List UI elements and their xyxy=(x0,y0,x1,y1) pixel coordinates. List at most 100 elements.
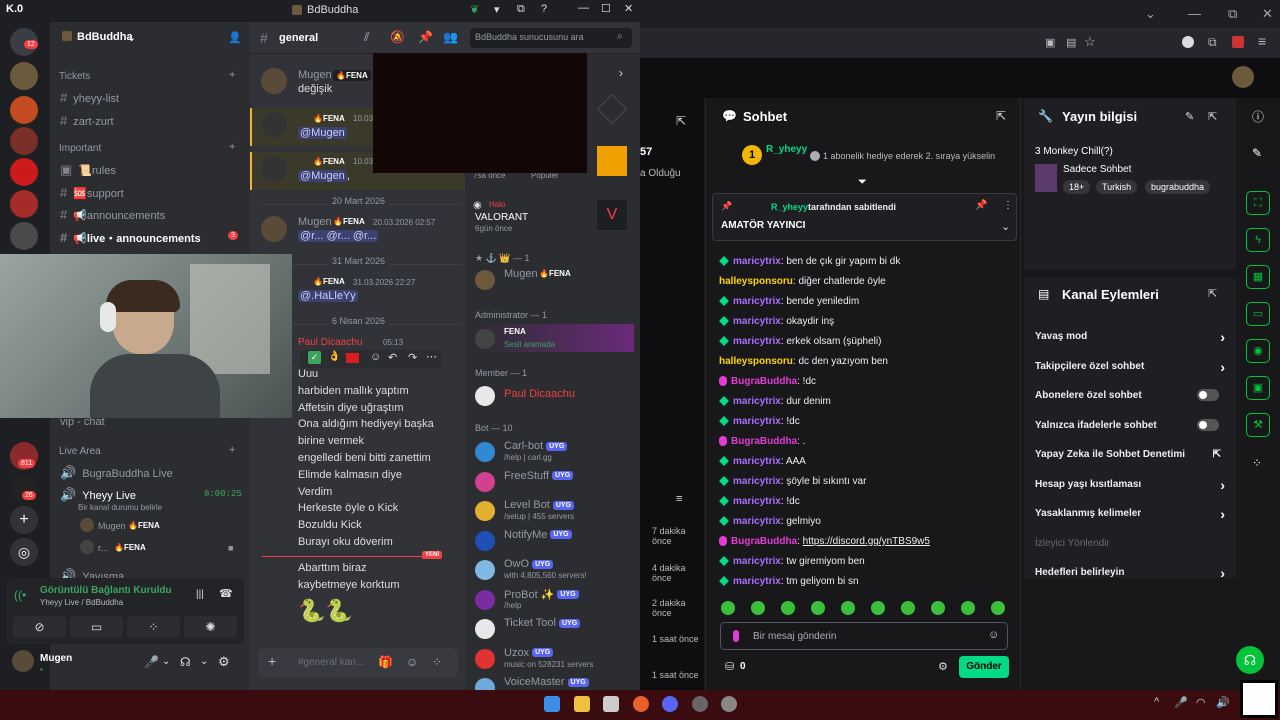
chat-username[interactable]: halleysponsoru xyxy=(719,276,793,287)
channel-action-item[interactable]: Hesap yaşı kısıtlaması › xyxy=(1035,477,1225,493)
bot-member-item[interactable]: Level Bot UYG/setup | 455 servers xyxy=(475,499,635,527)
maximize-icon[interactable]: ☐ xyxy=(601,2,611,15)
edit-icon[interactable]: ✎ xyxy=(1185,110,1194,123)
tray-volume-icon[interactable]: 🔊 xyxy=(1216,696,1230,709)
self-avatar[interactable] xyxy=(12,650,34,672)
check-emoji-icon[interactable]: ✓ xyxy=(308,351,321,364)
gift-icon[interactable]: 🎁 xyxy=(378,655,393,669)
chat-username[interactable]: maricytrix xyxy=(733,256,781,267)
help-headset-icon[interactable]: ☊ xyxy=(1236,646,1264,674)
mention[interactable]: @Mugen xyxy=(298,170,347,182)
chat-text[interactable]: https://discord.gg/ynTBS9w5 xyxy=(803,536,930,547)
tab-dropdown-icon[interactable]: ⌄ xyxy=(1145,6,1156,22)
menu-icon[interactable]: ≡ xyxy=(1258,33,1266,49)
emote-icon[interactable] xyxy=(781,601,795,615)
chat-username[interactable]: BugraBuddha xyxy=(731,536,797,547)
ad-icon[interactable]: ▣ xyxy=(1246,376,1270,400)
notes-icon[interactable]: ▦ xyxy=(1246,265,1270,289)
close-icon[interactable]: ✕ xyxy=(1262,6,1273,22)
forward-icon[interactable]: ↷ xyxy=(408,351,417,364)
puzzle-icon[interactable]: ⧉ xyxy=(1208,35,1217,50)
server-icon[interactable] xyxy=(10,62,38,90)
category-live-area[interactable]: Live Area xyxy=(59,446,101,457)
settings-gear-icon[interactable]: ⚙ xyxy=(218,654,230,670)
chat-username[interactable]: BugraBuddha xyxy=(731,376,797,387)
member-item[interactable]: FENA Sesli aramada xyxy=(475,327,635,355)
firefox-icon[interactable] xyxy=(633,696,649,712)
voice-user[interactable]: Mugen xyxy=(98,521,126,531)
chat-username[interactable]: maricytrix xyxy=(733,496,781,507)
self-username[interactable]: Mugen xyxy=(40,653,72,664)
disconnect-icon[interactable]: ☎ xyxy=(219,587,233,600)
mention[interactable]: @.HaLleYy xyxy=(298,290,358,302)
chevron-down-icon[interactable]: ⌄ xyxy=(162,656,170,667)
tag-chip[interactable]: bugrabuddha xyxy=(1145,180,1211,194)
chat-icon[interactable]: ▭ xyxy=(1246,302,1270,326)
channel-item-unread[interactable]: # 📢live・announcements xyxy=(60,230,201,246)
chevron-down-icon[interactable]: ⌄ xyxy=(127,31,136,44)
add-reaction-icon[interactable]: ☺ xyxy=(370,351,381,363)
more-actions-icon[interactable]: ⁘ xyxy=(1252,456,1262,470)
minimize-icon[interactable]: — xyxy=(578,2,589,14)
chat-username[interactable]: maricytrix xyxy=(733,476,781,487)
channel-item[interactable]: # zart-zurt xyxy=(60,113,114,128)
bot-member-item[interactable]: NotifyMe UYG xyxy=(475,529,635,557)
camera-off-button[interactable]: ⊘ xyxy=(13,616,66,638)
filter-icon[interactable]: ≡ xyxy=(676,493,682,505)
channel-action-item[interactable]: Takipçilere özel sohbet › xyxy=(1035,359,1225,375)
broadcast-icon[interactable]: ◉ xyxy=(1246,339,1270,363)
avatar[interactable] xyxy=(261,216,287,242)
chat-input[interactable]: Bir mesaj gönderin ☺ xyxy=(720,622,1008,650)
chat-username[interactable]: maricytrix xyxy=(733,516,781,527)
profile-avatar[interactable] xyxy=(1232,66,1254,88)
server-icon[interactable] xyxy=(10,96,38,124)
microphone-icon[interactable]: 🎤 xyxy=(144,655,159,669)
avatar[interactable] xyxy=(261,112,287,138)
lightning-icon[interactable]: ϟ xyxy=(1246,228,1270,252)
channel-action-item[interactable]: Yalnızca ifadelerle sohbet xyxy=(1035,418,1225,431)
nitro-icon[interactable]: ❦ xyxy=(470,3,479,16)
channel-item[interactable]: # 📢announcements xyxy=(60,207,165,222)
channel-item[interactable]: ▣ 📜rules xyxy=(60,162,116,178)
discord-taskbar-icon[interactable] xyxy=(662,696,678,712)
channel-action-item[interactable]: Yavaş mod › xyxy=(1035,329,1225,345)
emote-picker-icon[interactable]: ☺ xyxy=(988,629,999,641)
threads-icon[interactable]: ⫽ xyxy=(364,30,369,45)
avatar[interactable] xyxy=(261,156,287,182)
bot-member-item[interactable]: OwO UYG with 4,805,560 servers! xyxy=(475,558,635,586)
chat-username[interactable]: maricytrix xyxy=(733,296,781,307)
channel-item[interactable]: # yheyy-list xyxy=(60,90,119,105)
message-composer[interactable]: + #general kan... 🎁 ☺ ⁘ xyxy=(258,648,458,678)
add-channel-icon[interactable]: + xyxy=(229,69,235,81)
help-icon[interactable]: ? xyxy=(541,3,547,15)
avatar[interactable] xyxy=(261,68,287,94)
chevron-right-icon[interactable]: › xyxy=(619,66,623,80)
toggle-switch[interactable] xyxy=(1197,418,1219,431)
bot-member-item[interactable]: ProBot ✨ UYG/help xyxy=(475,588,635,616)
close-icon[interactable]: ✕ xyxy=(624,2,633,15)
screen-icon[interactable]: ⧉ xyxy=(517,3,525,16)
start-icon[interactable] xyxy=(544,696,560,712)
app-icon[interactable] xyxy=(721,696,737,712)
bookmark-star-icon[interactable]: ☆ xyxy=(1084,34,1096,50)
notepad-icon[interactable] xyxy=(603,696,619,712)
chat-popout-icon[interactable]: ⇱ xyxy=(996,109,1006,123)
tag-chip[interactable]: Turkish xyxy=(1096,180,1138,194)
emote-icon[interactable] xyxy=(811,601,825,615)
sticker-icon[interactable]: ☺ xyxy=(406,655,418,669)
chat-username[interactable]: maricytrix xyxy=(733,316,781,327)
mention[interactable]: @r... @r... @r... xyxy=(298,230,379,242)
collapse-icon[interactable]: ⏷ xyxy=(858,176,867,189)
voice-channel[interactable]: 🔊 BugraBuddha Live xyxy=(60,465,173,481)
chat-username[interactable]: maricytrix xyxy=(733,396,781,407)
popout-icon[interactable]: ⇱ xyxy=(676,114,686,128)
headphones-icon[interactable]: ☊ xyxy=(180,655,191,669)
chevron-down-icon[interactable]: ⌄ xyxy=(1001,220,1010,233)
ok-hand-emoji-icon[interactable]: 👌 xyxy=(328,351,340,362)
maximize-icon[interactable]: ⧉ xyxy=(1228,6,1237,22)
flag-emoji-icon[interactable] xyxy=(346,353,359,363)
tray-network-icon[interactable]: ◠ xyxy=(1196,696,1206,709)
add-server-icon[interactable]: + xyxy=(10,506,38,534)
message-author[interactable]: Mugen xyxy=(298,69,332,81)
mention[interactable]: @Mugen xyxy=(298,127,347,139)
